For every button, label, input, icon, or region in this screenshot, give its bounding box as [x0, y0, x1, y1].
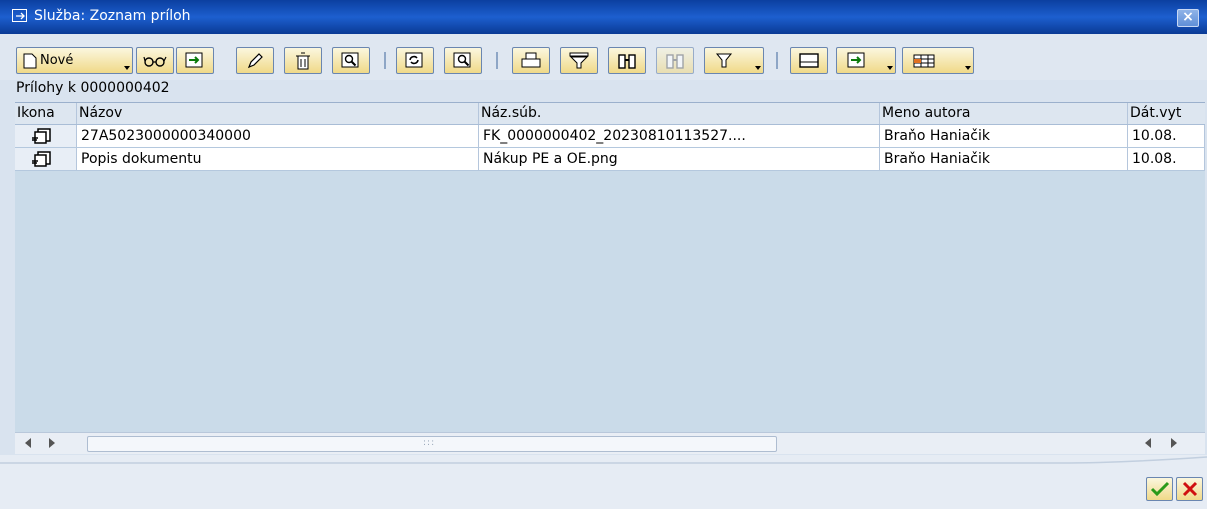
table-cell-date: 10.08.	[1128, 148, 1205, 170]
footer-curve	[0, 456, 1207, 464]
column-header-filename[interactable]: Náz.súb.	[479, 103, 880, 124]
chevron-down-icon	[755, 66, 761, 70]
attachments-heading: Prílohy k 0000000402	[16, 80, 170, 96]
scrollbar-thumb[interactable]: :::	[87, 436, 777, 452]
new-button-label: Nové	[40, 53, 74, 68]
binoculars-next-icon	[666, 53, 684, 69]
view-button[interactable]	[136, 47, 174, 74]
trash-icon	[296, 52, 310, 69]
dialog-footer	[0, 455, 1207, 509]
find-button[interactable]	[444, 47, 482, 74]
set-filter-button[interactable]	[704, 47, 764, 74]
table-cell-icon	[15, 125, 77, 147]
scroll-left-icon[interactable]	[1145, 438, 1151, 448]
table-row[interactable]: Popis dokumentu Nákup PE a OE.png Braňo …	[15, 148, 1205, 171]
print-preview-button[interactable]	[790, 47, 828, 74]
edit-button[interactable]	[236, 47, 274, 74]
find-binoculars-button[interactable]	[608, 47, 646, 74]
chevron-down-icon	[887, 66, 893, 70]
scrollbar-grip: :::	[423, 438, 436, 448]
table-cell-filename: Nákup PE a OE.png	[479, 148, 880, 170]
table-cell-name: Popis dokumentu	[77, 148, 479, 170]
attachments-table: Ikona Názov Náz.súb. Meno autora Dát.vyt…	[15, 102, 1205, 432]
binoculars-icon	[618, 53, 636, 69]
search-details-button[interactable]	[332, 47, 370, 74]
table-cell-filename: FK_0000000402_20230810113527....	[479, 125, 880, 147]
printer-icon	[521, 52, 541, 67]
close-icon	[1182, 481, 1197, 497]
export-list-button[interactable]	[836, 47, 896, 74]
new-button[interactable]: Nové	[16, 47, 133, 74]
find-next-button[interactable]	[656, 47, 694, 74]
title-bar: Služba: Zoznam príloh ×	[0, 0, 1207, 34]
funnel-icon	[569, 52, 589, 68]
column-header-author[interactable]: Meno autora	[880, 103, 1128, 124]
toolbar: Nové	[0, 34, 1207, 80]
checkmark-icon	[1150, 481, 1169, 497]
scroll-right-icon[interactable]	[1171, 438, 1177, 448]
window-title: Služba: Zoznam príloh	[34, 8, 191, 24]
refresh-button[interactable]	[396, 47, 434, 74]
toolbar-separator	[496, 52, 498, 69]
table-cell-author: Braňo Haniačik	[880, 125, 1128, 147]
horizontal-scrollbar[interactable]: :::	[15, 432, 1205, 454]
scroll-right-icon[interactable]	[49, 438, 55, 448]
table-row[interactable]: 27A5023000000340000 FK_0000000402_202308…	[15, 125, 1205, 148]
table-cell-icon	[15, 148, 77, 170]
grid-layout-icon	[913, 54, 935, 67]
print-button[interactable]	[512, 47, 550, 74]
print-preview-icon	[799, 52, 819, 68]
toolbar-separator	[776, 52, 778, 69]
confirm-button[interactable]	[1146, 477, 1173, 501]
close-button[interactable]: ×	[1177, 9, 1199, 27]
scroll-left-icon[interactable]	[25, 438, 31, 448]
layout-button[interactable]	[902, 47, 974, 74]
chevron-down-icon	[965, 66, 971, 70]
export-icon	[185, 52, 203, 67]
export-list-icon	[847, 52, 865, 67]
table-header: Ikona Názov Náz.súb. Meno autora Dát.vyt	[15, 103, 1205, 125]
filter-settings-icon	[715, 53, 733, 67]
pencil-icon	[247, 52, 263, 68]
filter-button[interactable]	[560, 47, 598, 74]
search-icon	[453, 52, 471, 67]
new-document-icon	[23, 53, 37, 68]
export-button[interactable]	[176, 47, 214, 74]
column-header-icon[interactable]: Ikona	[15, 103, 77, 124]
table-cell-name: 27A5023000000340000	[77, 125, 479, 147]
attachment-icon	[32, 151, 51, 167]
delete-button[interactable]	[284, 47, 322, 74]
column-header-name[interactable]: Názov	[77, 103, 479, 124]
glasses-icon	[143, 56, 167, 67]
close-icon: ×	[1182, 9, 1194, 25]
attachment-icon	[32, 128, 51, 144]
window-icon	[12, 9, 27, 22]
chevron-down-icon	[124, 66, 130, 70]
magnifier-icon	[341, 52, 359, 67]
toolbar-separator	[384, 52, 386, 69]
column-header-date[interactable]: Dát.vyt	[1128, 103, 1205, 124]
cancel-button[interactable]	[1176, 477, 1203, 501]
table-cell-author: Braňo Haniačik	[880, 148, 1128, 170]
table-cell-date: 10.08.	[1128, 125, 1205, 147]
refresh-icon	[405, 52, 423, 67]
